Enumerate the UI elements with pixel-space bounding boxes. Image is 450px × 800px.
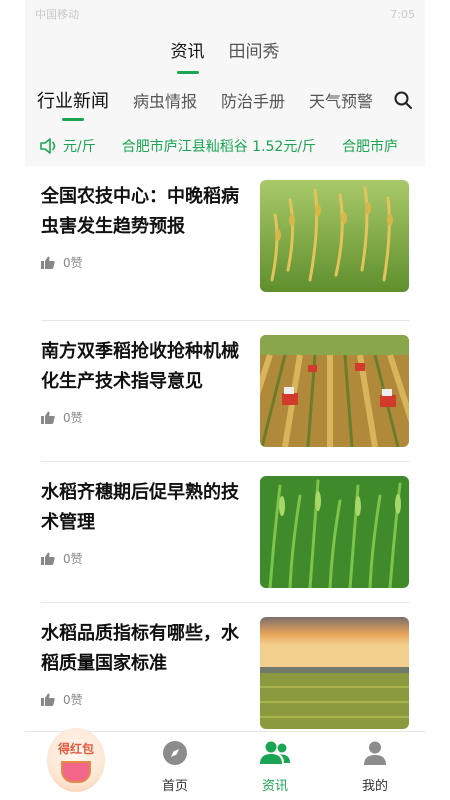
nav-label: 资讯 (261, 779, 288, 794)
search-button[interactable] (381, 74, 425, 126)
news-item[interactable]: 全国农技中心：中晚稻病虫害发生趋势预报 0赞 (41, 180, 409, 321)
app-screen: 中国移动 7:05 资讯 田间秀 行业新闻 病虫情报 防治手册 天气预警 元/斤… (25, 0, 425, 800)
news-thumbnail[interactable] (260, 335, 409, 447)
search-icon (394, 91, 412, 109)
red-packet-button[interactable]: 得红包 (47, 728, 105, 792)
thumbs-up-icon (41, 693, 55, 706)
like-count[interactable]: 0赞 (41, 409, 251, 426)
thumbs-up-icon (41, 256, 55, 269)
tab-pest-reports[interactable]: 病虫情报 (133, 88, 197, 112)
tab-field-show[interactable]: 田间秀 (229, 37, 280, 66)
like-text: 0赞 (63, 552, 83, 566)
news-title: 全国农技中心：中晚稻病虫害发生趋势预报 (41, 186, 239, 237)
status-bar: 中国移动 7:05 (25, 0, 425, 28)
news-thumbnail[interactable] (260, 180, 409, 292)
tab-control-manual[interactable]: 防治手册 (221, 88, 285, 112)
news-title: 南方双季稻抢收抢种机械化生产技术指导意见 (41, 341, 239, 392)
news-item[interactable]: 南方双季稻抢收抢种机械化生产技术指导意见 0赞 (41, 321, 409, 462)
nav-news[interactable]: 资讯 (225, 732, 325, 800)
news-thumbnail[interactable] (260, 617, 409, 729)
carrier-text: 中国移动 (35, 8, 79, 21)
nav-label: 首页 (161, 779, 188, 794)
thumbs-up-icon (41, 411, 55, 424)
time-text: 7:05 (390, 7, 415, 21)
news-item[interactable]: 水稻品质指标有哪些，水稻质量国家标准 0赞 (41, 603, 409, 744)
people-icon (260, 741, 290, 764)
like-count[interactable]: 0赞 (41, 254, 251, 271)
compass-icon (163, 741, 187, 765)
status-icons: 7:05 (390, 8, 415, 21)
news-title: 水稻齐穗期后促早熟的技术管理 (41, 482, 239, 533)
nav-label: 我的 (361, 779, 388, 794)
tab-news[interactable]: 资讯 (171, 37, 205, 66)
category-tabs: 行业新闻 病虫情报 防治手册 天气预警 (25, 74, 425, 126)
nav-profile[interactable]: 我的 (325, 732, 425, 800)
ticker-item: 元/斤 (63, 139, 96, 155)
thumbs-up-icon (41, 552, 55, 565)
nav-home[interactable]: 首页 (125, 732, 225, 800)
like-count[interactable]: 0赞 (41, 550, 251, 567)
ticker-item: 合肥市庐 (342, 139, 399, 155)
news-thumbnail[interactable] (260, 476, 409, 588)
speaker-icon (40, 138, 56, 154)
news-list: 全国农技中心：中晚稻病虫害发生趋势预报 0赞 南方双季稻抢收抢种机械化生产技术指… (25, 166, 425, 744)
person-icon (364, 741, 386, 765)
ticker-item: 合肥市庐江县籼稻谷 1.52元/斤 (121, 139, 317, 155)
red-packet-label: 得红包 (57, 742, 94, 756)
news-title: 水稻品质指标有哪些，水稻质量国家标准 (41, 623, 239, 674)
header: 资讯 田间秀 行业新闻 病虫情报 防治手册 天气预警 元/斤 合肥市庐江县籼稻谷… (25, 28, 425, 166)
tab-industry-news[interactable]: 行业新闻 (37, 87, 109, 113)
tab-weather-warning[interactable]: 天气预警 (309, 88, 373, 112)
like-text: 0赞 (63, 411, 83, 425)
news-item[interactable]: 水稻齐穗期后促早熟的技术管理 0赞 (41, 462, 409, 603)
like-text: 0赞 (63, 693, 83, 707)
red-packet-icon (61, 761, 91, 783)
like-count[interactable]: 0赞 (41, 691, 251, 708)
price-ticker[interactable]: 元/斤 合肥市庐江县籼稻谷 1.52元/斤 合肥市庐 (25, 126, 425, 166)
main-tabs: 资讯 田间秀 (25, 28, 425, 74)
like-text: 0赞 (63, 256, 83, 270)
